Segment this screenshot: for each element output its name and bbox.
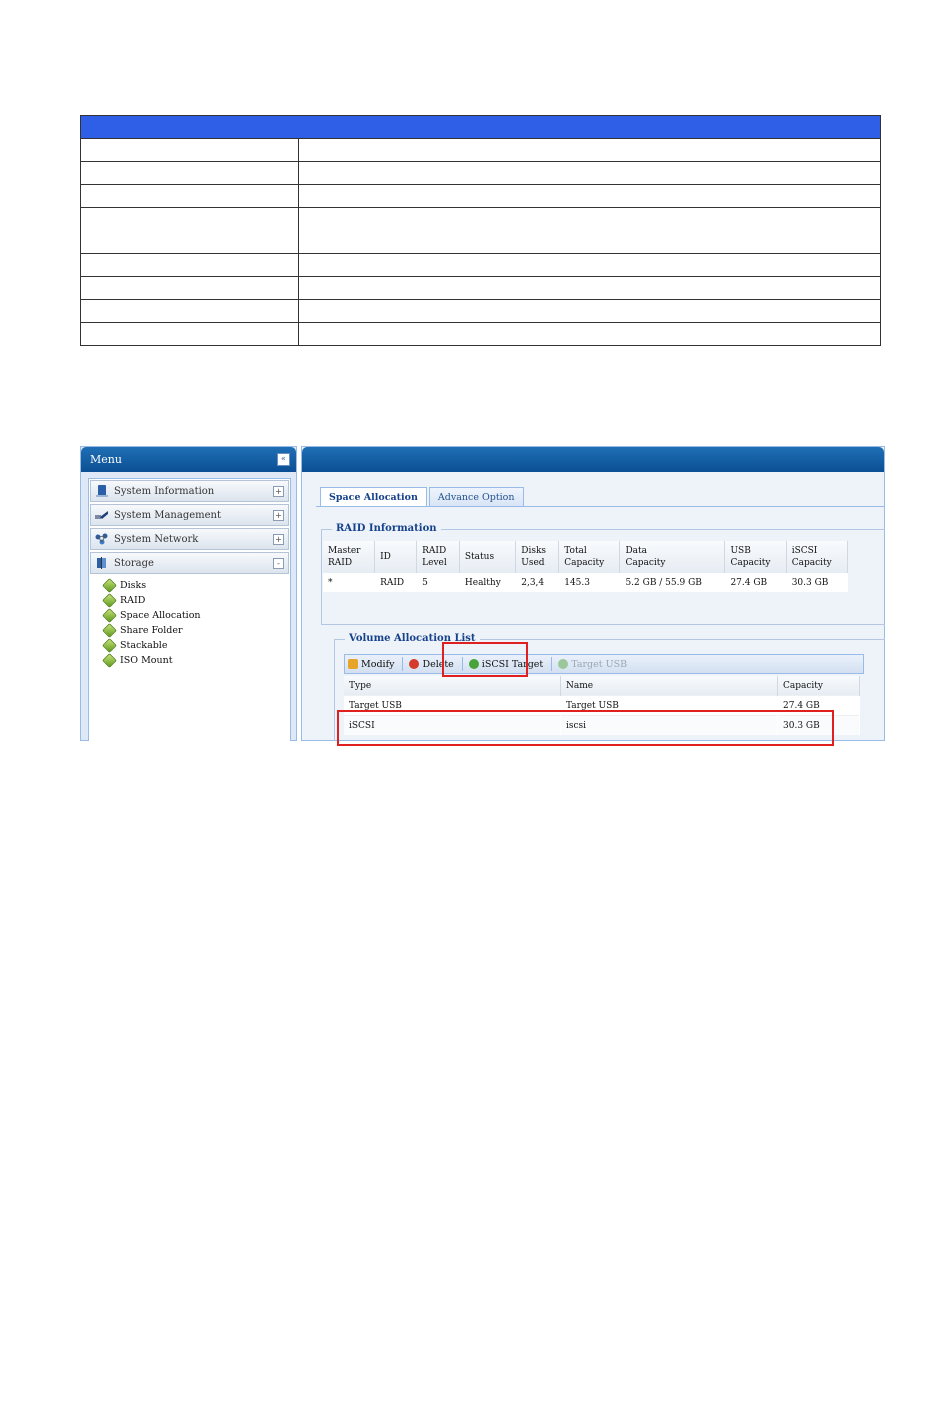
collapse-menu-icon[interactable]: « [277,453,290,466]
tab-bar: Space Allocation Advance Option [320,487,526,507]
expand-icon[interactable]: + [273,486,284,497]
cube-icon [102,623,117,638]
menu-section-label: System Management [114,509,222,521]
system-information-icon [95,485,109,497]
col-capacity[interactable]: Capacity [777,676,860,696]
col-data-capacity[interactable]: Data Capacity [619,541,726,573]
doc-table-row [80,138,881,162]
system-management-icon [95,509,109,521]
tree-item-stackable[interactable]: Stackable [102,638,290,653]
tree-item-iso-mount[interactable]: ISO Mount [102,653,290,668]
storage-icon [95,557,109,569]
cube-icon [102,608,117,623]
doc-table-row [80,207,881,254]
col-disks-used[interactable]: Disks Used [515,541,560,573]
cube-icon [102,578,117,593]
callout-iscsi-row [337,710,834,746]
table-row[interactable]: * RAID 5 Healthy 2,3,4 145.3 5.2 GB / 55… [323,573,849,592]
col-status[interactable]: Status [459,541,517,573]
menu-section-system-network[interactable]: System Network + [90,528,289,550]
doc-table-header [80,115,881,139]
col-total-capacity[interactable]: Total Capacity [558,541,621,573]
main-header [302,447,884,472]
delete-icon [409,659,420,669]
raid-information-legend: RAID Information [332,523,441,534]
cube-icon [102,638,117,653]
add-icon [558,659,569,669]
menu-section-label: Storage [114,557,154,569]
tab-space-allocation[interactable]: Space Allocation [320,487,427,507]
tree-item-space-allocation[interactable]: Space Allocation [102,608,290,623]
tree-item-share-folder[interactable]: Share Folder [102,623,290,638]
col-raid-level[interactable]: RAID Level [416,541,460,573]
menu-title: Menu [90,453,122,466]
menu-section-label: System Network [114,533,199,545]
col-type[interactable]: Type [344,676,561,696]
volume-toolbar: Modify Delete iSCSI Target Target USB [344,654,864,674]
expand-icon[interactable]: + [273,510,284,521]
col-usb-capacity[interactable]: USB Capacity [724,541,787,573]
tree-item-raid[interactable]: RAID [102,593,290,608]
menu-section-label: System Information [114,485,215,497]
doc-table-row [80,276,881,300]
menu-section-system-information[interactable]: System Information + [90,480,289,502]
tab-strip-divider [316,506,884,507]
system-network-icon [95,533,109,545]
collapse-icon[interactable]: - [273,558,284,569]
col-master-raid[interactable]: Master RAID [323,541,376,573]
cube-icon [102,653,117,668]
menu-header: Menu « [81,447,296,472]
raid-table: Master RAID ID RAID Level Status Disks Used… [323,541,849,592]
tab-advance-option[interactable]: Advance Option [428,487,524,507]
modify-icon [348,659,358,669]
doc-table-row [80,161,881,185]
storage-tree: Disks RAID Space Allocation Share Folder… [89,578,290,668]
ui-screenshot: Menu « System Information + System Manag… [80,446,885,741]
doc-table-row [80,184,881,208]
doc-table-row [80,299,881,323]
col-name[interactable]: Name [560,676,778,696]
toolbar-separator [402,657,404,671]
doc-table [80,115,881,346]
cube-icon [102,593,117,608]
col-id[interactable]: ID [374,541,418,573]
doc-table-row [80,253,881,277]
menu-panel: Menu « System Information + System Manag… [80,446,297,741]
toolbar-separator [551,657,553,671]
menu-section-system-management[interactable]: System Management + [90,504,289,526]
expand-icon[interactable]: + [273,534,284,545]
callout-iscsi-target-button [442,642,528,677]
menu-section-storage[interactable]: Storage - [90,552,289,574]
menu-body: System Information + System Management +… [88,478,291,741]
raid-table-header: Master RAID ID RAID Level Status Disks Used… [323,541,849,573]
tree-item-disks[interactable]: Disks [102,578,290,593]
target-usb-button[interactable]: Target USB [558,659,627,670]
volume-table-header: Type Name Capacity [344,676,860,696]
modify-button[interactable]: Modify [348,659,394,670]
doc-table-row [80,322,881,346]
col-iscsi-capacity[interactable]: iSCSI Capacity [786,541,849,573]
